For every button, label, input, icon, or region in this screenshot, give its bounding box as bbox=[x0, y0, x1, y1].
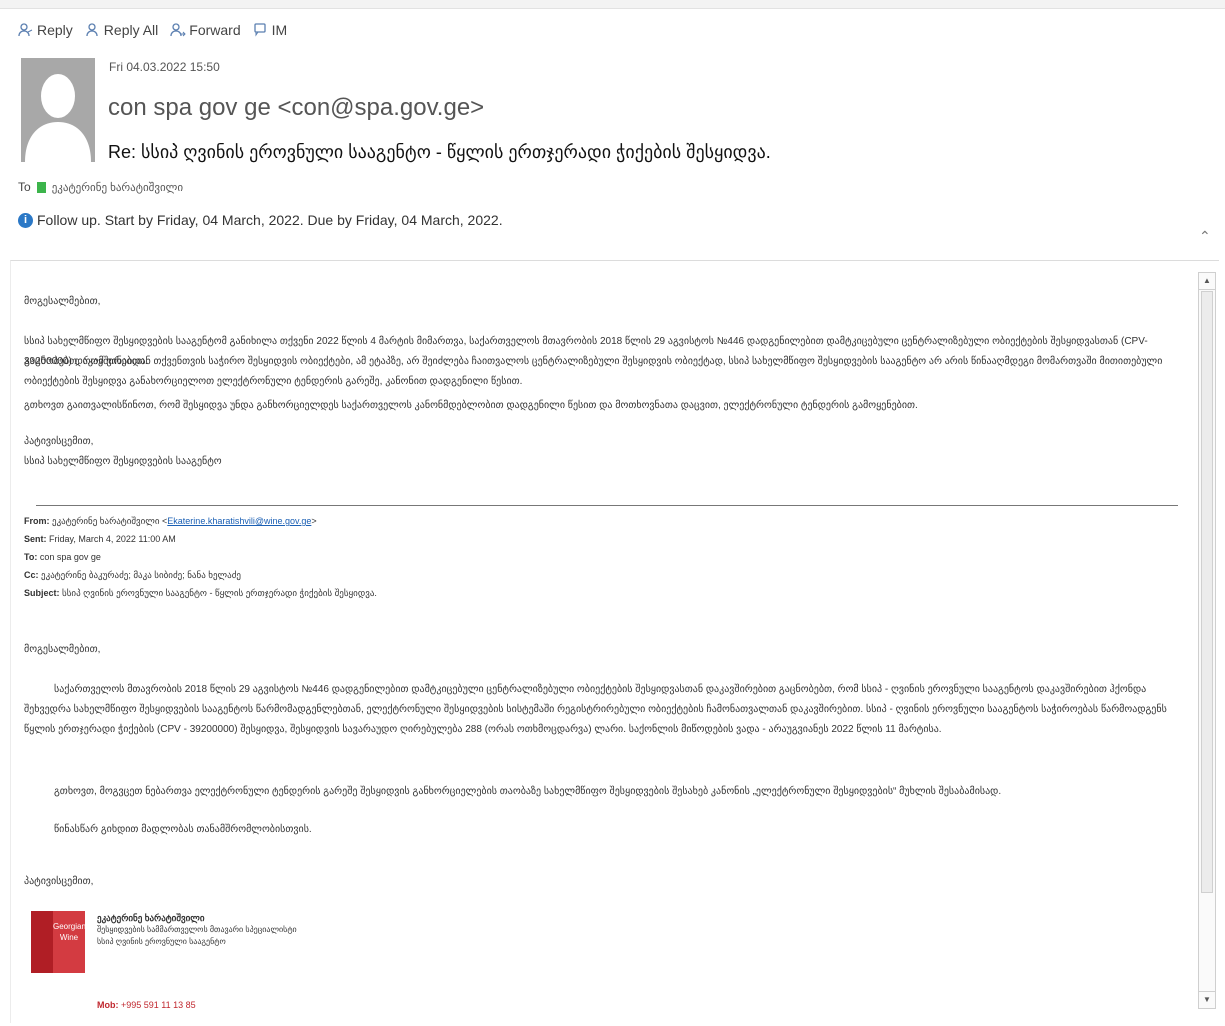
reply-paragraph-3: გთხოვთ გაითვალისწინოთ, რომ შესყიდვა უნდა… bbox=[24, 400, 918, 411]
signature-role: შესყიდვების სამმართველოს მთავარი სპეციალ… bbox=[97, 925, 297, 934]
im-label: IM bbox=[271, 22, 288, 38]
quoted-separator bbox=[36, 505, 1178, 506]
recipients-row: To ეკატერინე ხარატიშვილი bbox=[18, 180, 183, 194]
signature-org: სსიპ ღვინის ეროვნული სააგენტო bbox=[97, 937, 226, 946]
subject-label: Subject: bbox=[24, 588, 60, 598]
message-actions-toolbar: Reply Reply All Forward IM bbox=[18, 22, 287, 38]
logo-text: Georgian Wine bbox=[53, 911, 86, 973]
original-greeting: მოგესალმებით, bbox=[24, 644, 101, 655]
grape-icon bbox=[31, 911, 53, 973]
reply-button[interactable]: Reply bbox=[18, 22, 73, 38]
presence-indicator-icon bbox=[36, 181, 46, 193]
forward-label: Forward bbox=[189, 22, 241, 38]
from-label: From: bbox=[24, 516, 50, 526]
forward-icon bbox=[170, 23, 186, 37]
reply-greeting: მოგესალმებით, bbox=[24, 296, 101, 307]
reply-signature: სსიპ სახელმწიფო შესყიდვების სააგენტო bbox=[24, 456, 222, 467]
cc-label: Cc: bbox=[24, 570, 39, 580]
reply-all-button[interactable]: Reply All bbox=[85, 22, 158, 38]
scroll-thumb[interactable] bbox=[1201, 291, 1213, 893]
from-email-link[interactable]: Ekaterine.kharatishvili@wine.gov.ge bbox=[167, 516, 311, 526]
to-value: con spa gov ge bbox=[39, 552, 101, 562]
scroll-up-arrow-icon[interactable]: ▲ bbox=[1199, 273, 1215, 290]
im-button[interactable]: IM bbox=[253, 22, 288, 38]
message-scrollbar[interactable]: ▲ ▼ bbox=[1198, 272, 1216, 1009]
message-subject: Re: სსიპ ღვინის ეროვნული სააგენტო - წყლი… bbox=[108, 142, 771, 162]
reply-closing: პატივისცემით, bbox=[24, 436, 94, 447]
sent-value: Friday, March 4, 2022 11:00 AM bbox=[49, 534, 176, 544]
original-cc-row: Cc: ეკატერინე ბაკურაძე; მაკა სიბიძე; ნან… bbox=[24, 566, 241, 584]
sent-label: Sent: bbox=[24, 534, 47, 544]
cc-value: ეკატერინე ბაკურაძე; მაკა სიბიძე; ნანა ხე… bbox=[41, 570, 241, 580]
follow-up-text: Follow up. Start by Friday, 04 March, 20… bbox=[37, 212, 503, 228]
signature-name: ეკატერინე ხარატიშვილი bbox=[97, 913, 205, 923]
forward-button[interactable]: Forward bbox=[170, 22, 241, 38]
reply-all-icon bbox=[86, 23, 98, 37]
follow-up-banner: i Follow up. Start by Friday, 04 March, … bbox=[18, 212, 503, 228]
message-date: Fri 04.03.2022 15:50 bbox=[109, 60, 220, 74]
original-to-row: To: con spa gov ge bbox=[24, 548, 101, 566]
scroll-down-arrow-icon[interactable]: ▼ bbox=[1199, 991, 1215, 1008]
window-top-bar bbox=[0, 0, 1225, 9]
signature-block: ეკატერინე ხარატიშვილი შესყიდვების სამმარ… bbox=[97, 912, 297, 948]
recipient-name[interactable]: ეკატერინე ხარატიშვილი bbox=[52, 181, 183, 194]
subject-value: სსიპ ღვინის ეროვნული სააგენტო - წყლის ერ… bbox=[62, 588, 377, 598]
to-label-original: To: bbox=[24, 552, 38, 562]
to-label: To bbox=[18, 180, 31, 194]
original-paragraph-1: საქართველოს მთავრობის 2018 წლის 29 აგვის… bbox=[24, 684, 1167, 735]
from-name: ეკატერინე ხარატიშვილი bbox=[52, 516, 160, 526]
mobile-label: Mob: bbox=[97, 1000, 119, 1010]
original-paragraph-2: გთხოვთ, მოგვცეთ ნებართვა ელექტრონული ტენ… bbox=[54, 786, 1002, 797]
sender-avatar bbox=[21, 58, 95, 162]
avatar-silhouette-icon bbox=[25, 74, 91, 162]
mobile-number: +995 591 11 13 85 bbox=[121, 1000, 196, 1010]
original-subject-row: Subject: სსიპ ღვინის ეროვნული სააგენტო -… bbox=[24, 584, 377, 602]
signature-mobile: Mob: +995 591 11 13 85 bbox=[97, 1000, 196, 1010]
reply-all-label: Reply All bbox=[103, 22, 159, 38]
reply-label: Reply bbox=[37, 22, 73, 38]
sender-name[interactable]: con spa gov ge <con@spa.gov.ge> bbox=[108, 94, 484, 122]
georgian-wine-logo: Georgian Wine bbox=[31, 911, 86, 973]
reply-icon bbox=[18, 23, 33, 37]
original-sent-row: Sent: Friday, March 4, 2022 11:00 AM bbox=[24, 530, 176, 548]
original-paragraph-3: წინასწარ გიხდით მადლობას თანამშრომლობისთ… bbox=[54, 824, 312, 835]
info-icon: i bbox=[18, 212, 33, 228]
original-closing: პატივისცემით, bbox=[24, 876, 94, 887]
collapse-header-chevron-up-icon[interactable]: ⌃ bbox=[1199, 228, 1211, 245]
reply-paragraph-2: გაცნობებთ, რომ ვინაიდან თქვენთვის საჭირო… bbox=[24, 356, 1163, 387]
original-from-row: From: ეკატერინე ხარატიშვილი <Ekaterine.k… bbox=[24, 516, 317, 526]
im-icon bbox=[253, 23, 266, 37]
